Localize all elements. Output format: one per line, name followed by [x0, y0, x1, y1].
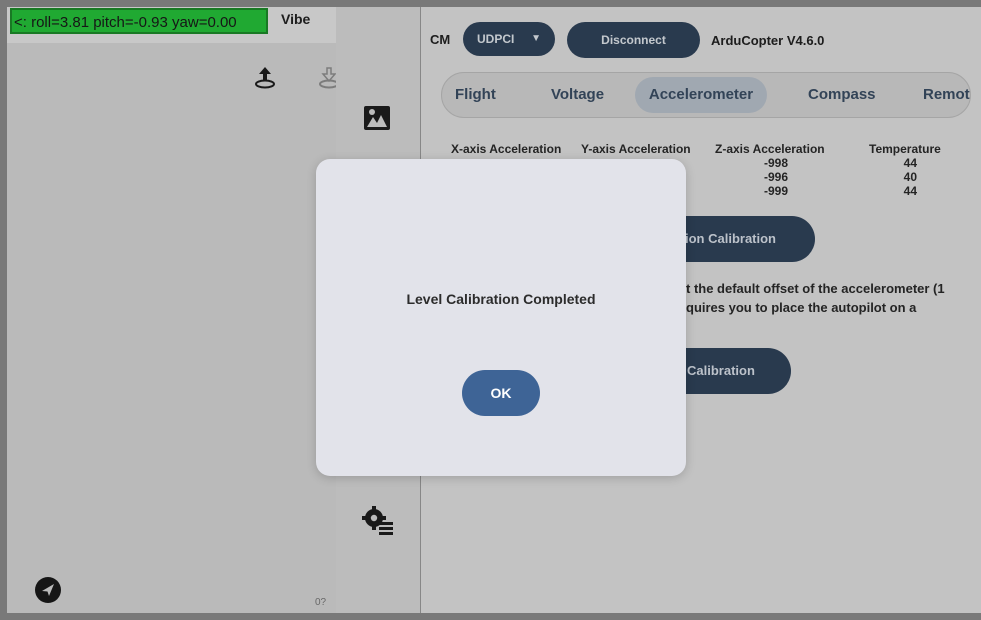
dialog-message: Level Calibration Completed	[406, 291, 596, 307]
ok-button[interactable]: OK	[462, 370, 540, 416]
calibration-complete-dialog: Level Calibration Completed OK	[316, 159, 686, 476]
